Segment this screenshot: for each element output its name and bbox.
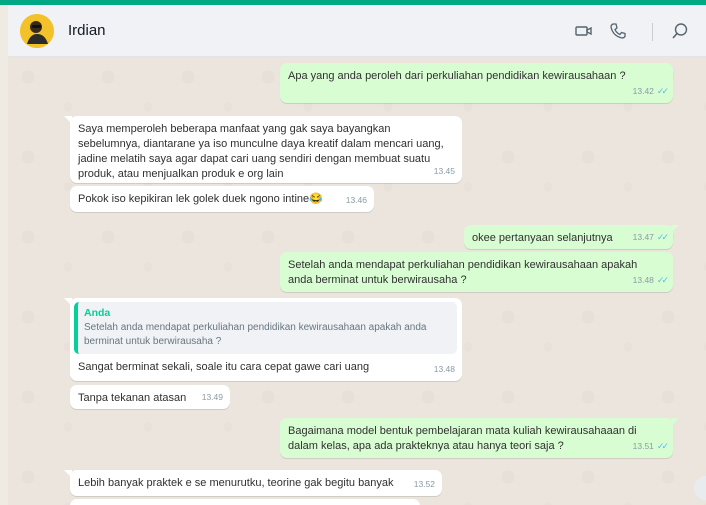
message-meta: 13.49: [202, 390, 223, 405]
message-text: Bagaimana model bentuk pembelajaran mata…: [288, 425, 637, 452]
message-incoming-partial[interactable]: [70, 499, 420, 505]
message-meta: 13.51 ✓✓: [632, 439, 669, 454]
message-incoming[interactable]: Pokok iso kepikiran lek golek duek ngono…: [70, 186, 374, 212]
message-text: Setelah anda mendapat perkuliahan pendid…: [288, 259, 638, 286]
message-text: Apa yang anda peroleh dari perkuliahan p…: [288, 70, 626, 82]
chat-header: Irdian: [8, 5, 706, 57]
message-meta: 13.42 ✓✓: [632, 84, 669, 99]
message-text: Sangat berminat sekali, soale itu cara c…: [78, 361, 370, 373]
read-ticks-icon: ✓✓: [656, 86, 669, 96]
voice-call-icon[interactable]: [606, 19, 630, 43]
message-outgoing[interactable]: okee pertanyaan selanjutnya 13.47 ✓✓: [464, 225, 679, 249]
read-ticks-icon: ✓✓: [656, 275, 669, 285]
avatar-image: [20, 14, 54, 48]
message-meta: 13.46: [346, 193, 367, 208]
message-incoming[interactable]: Saya memperoleh beberapa manfaat yang ga…: [64, 116, 462, 183]
message-time: 13.47: [632, 232, 654, 242]
message-outgoing[interactable]: Setelah anda mendapat perkuliahan pendid…: [280, 252, 673, 292]
read-ticks-icon: ✓✓: [656, 232, 669, 242]
message-outgoing[interactable]: Apa yang anda peroleh dari perkuliahan p…: [280, 63, 673, 103]
message-time: 13.42: [632, 86, 654, 96]
quoted-message[interactable]: Anda Setelah anda mendapat perkuliahan p…: [74, 302, 457, 354]
message-time: 13.48: [632, 275, 654, 285]
bubble-tail: [64, 298, 72, 306]
message-time: 13.51: [632, 441, 654, 451]
message-text: Saya memperoleh beberapa manfaat yang ga…: [78, 123, 444, 180]
search-icon[interactable]: [668, 19, 692, 43]
message-meta: 13.45: [434, 164, 455, 179]
message-time: 13.52: [413, 479, 435, 489]
message-time: 13.48: [433, 364, 455, 374]
message-meta: 13.48 ✓✓: [632, 273, 669, 288]
message-text: Pokok iso kepikiran lek golek duek ngono…: [78, 193, 323, 205]
message-incoming[interactable]: Lebih banyak praktek e se menurutku, teo…: [64, 470, 442, 496]
message-time: 13.49: [201, 392, 223, 402]
message-meta: 13.48: [434, 362, 455, 377]
message-text: Lebih banyak praktek e se menurutku, teo…: [78, 477, 394, 489]
contact-name[interactable]: Irdian: [68, 22, 106, 39]
message-incoming[interactable]: Tanpa tekanan atasan 13.49: [70, 385, 230, 409]
message-meta: 13.47 ✓✓: [632, 230, 669, 245]
video-call-icon[interactable]: [572, 19, 596, 43]
message-meta: 13.52: [414, 477, 435, 492]
bubble-tail: [671, 418, 679, 426]
message-list[interactable]: Apa yang anda peroleh dari perkuliahan p…: [8, 57, 706, 505]
message-incoming[interactable]: Anda Setelah anda mendapat perkuliahan p…: [64, 298, 462, 381]
bubble-tail: [64, 116, 72, 124]
quote-author: Anda: [84, 307, 111, 319]
header-divider: [652, 23, 653, 41]
message-time: 13.45: [433, 166, 455, 176]
quote-text: Setelah anda mendapat perkuliahan pendid…: [84, 322, 427, 347]
bubble-tail: [671, 225, 679, 233]
bubble-tail: [64, 470, 72, 478]
avatar[interactable]: [20, 14, 54, 48]
message-outgoing[interactable]: Bagaimana model bentuk pembelajaran mata…: [280, 418, 679, 458]
read-ticks-icon: ✓✓: [656, 441, 669, 451]
message-time: 13.46: [345, 195, 367, 205]
